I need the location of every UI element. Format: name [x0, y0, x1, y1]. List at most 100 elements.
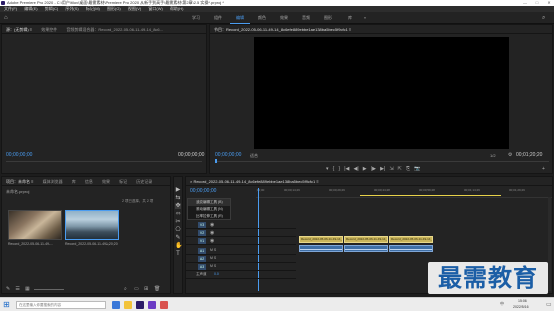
work-area-bar[interactable] — [360, 195, 501, 196]
app-taskbar-icon[interactable] — [148, 301, 156, 309]
mark-out-icon[interactable]: } — [338, 166, 340, 172]
search-bin-icon[interactable]: ⌕ — [124, 286, 127, 292]
workspace-more[interactable]: » — [360, 12, 370, 24]
mute-solo-buttons[interactable]: M S — [210, 248, 216, 252]
track-label[interactable]: V2 — [198, 230, 206, 236]
audio-clip[interactable] — [344, 245, 388, 252]
taskbar-search[interactable]: 在这里输入你要搜索的内容 — [16, 301, 106, 309]
tab-source[interactable]: 源：(无剪辑) ≡ — [2, 25, 36, 33]
video-clip[interactable]: Record_2022-05-06-11-49-14_8c6efe88 — [344, 236, 388, 243]
playback-resolution[interactable]: 1/2 — [490, 153, 496, 158]
slip-tool-icon[interactable]: ⎔ — [175, 227, 181, 233]
go-to-out-icon[interactable]: ▶| — [380, 166, 385, 172]
add-marker-icon[interactable]: ▾ — [326, 166, 329, 172]
source-timecode[interactable]: 00;00;00;00 — [6, 152, 32, 158]
trash-icon[interactable]: 🗑 — [154, 286, 160, 292]
tab-project[interactable]: 项目：未命名 ≡ — [2, 177, 37, 185]
program-scrubber[interactable] — [215, 161, 549, 162]
pen-tool-icon[interactable]: ✎ — [175, 235, 181, 241]
zoom-slider[interactable] — [34, 289, 64, 290]
tab-libraries[interactable]: 库 — [68, 177, 80, 185]
pencil-icon[interactable]: ✎ — [6, 286, 10, 292]
clock-time[interactable]: 15:06 — [518, 299, 527, 303]
clock-date[interactable]: 2022/5/16 — [513, 305, 529, 309]
button-editor-icon[interactable]: + — [542, 166, 545, 172]
premiere-taskbar-icon[interactable] — [136, 301, 144, 309]
ime-indicator[interactable]: 中 — [500, 301, 504, 307]
type-tool-icon[interactable]: T — [175, 251, 181, 257]
lift-icon[interactable]: ⇲ — [389, 166, 393, 172]
tab-effects[interactable]: 效果 — [98, 177, 114, 185]
clip-thumbnail[interactable] — [8, 210, 62, 240]
eye-icon[interactable]: ◉ — [210, 230, 214, 236]
program-monitor-video[interactable] — [254, 37, 509, 149]
tab-media-browser[interactable]: 媒体浏览器 — [39, 177, 67, 185]
workspace-audio[interactable]: 音频 — [296, 12, 316, 24]
audio-clip[interactable] — [389, 245, 433, 252]
tab-history[interactable]: 历史记录 — [132, 177, 156, 185]
tab-info[interactable]: 信息 — [81, 177, 97, 185]
video-clip[interactable]: Record_2022-05-06-11-49-14_8c6efe88 — [389, 236, 433, 243]
program-timecode[interactable]: 00;00;00;00 — [215, 152, 241, 158]
workspace-assembly[interactable]: 组件 — [208, 12, 228, 24]
workspace-effects[interactable]: 效果 — [274, 12, 294, 24]
workspace-editing[interactable]: 编辑 — [230, 12, 250, 24]
export-frame-icon[interactable]: ⎘ — [406, 166, 410, 172]
tab-effect-controls[interactable]: 效果控件 — [37, 25, 61, 33]
workspace-graphics[interactable]: 图形 — [318, 12, 338, 24]
workspace-libraries[interactable]: 库 — [340, 12, 360, 24]
go-to-in-icon[interactable]: |◀ — [344, 166, 349, 172]
list-view-icon[interactable]: ☰ — [15, 286, 19, 292]
search-icon[interactable]: ⌕ — [542, 15, 548, 21]
track-select-tool-icon[interactable]: ⇆ — [175, 195, 181, 201]
camera-icon[interactable]: 📷 — [414, 166, 420, 172]
eye-icon[interactable]: ◉ — [210, 222, 214, 228]
master-volume[interactable]: 0.0 — [214, 272, 219, 276]
app-taskbar-icon[interactable] — [160, 301, 168, 309]
menu-item-rate-stretch[interactable]: 比率拉伸工具 (R) — [188, 213, 230, 220]
tab-markers[interactable]: 标记 — [115, 177, 131, 185]
timeline-timecode[interactable]: 00;00;00;00 — [190, 188, 216, 194]
source-scrubber[interactable] — [6, 161, 202, 162]
rate-stretch-tool-icon[interactable]: ⬄ — [175, 211, 181, 217]
tab-audio-clip-mixer[interactable]: 音频剪辑混合器：Record_2022-05-06-11-49-14_8c6..… — [62, 25, 167, 33]
audio-clip[interactable] — [299, 245, 343, 252]
home-icon[interactable]: ⌂ — [4, 15, 10, 21]
notifications-icon[interactable]: ▭ — [546, 301, 552, 308]
playhead-marker[interactable] — [215, 159, 217, 163]
eye-icon[interactable]: ◉ — [210, 238, 214, 244]
track-label[interactable]: V1 — [198, 238, 206, 244]
hand-tool-icon[interactable]: ✋ — [175, 243, 182, 249]
icon-view-icon[interactable]: ▦ — [25, 286, 30, 292]
tab-program[interactable]: 节目：Record_2022-05-06-11-49-14_8c6efe889e… — [210, 25, 355, 33]
time-ruler[interactable]: ;00;00 00;00;14;29 00;00;29;29 00;00;44;… — [256, 188, 552, 198]
fit-dropdown[interactable]: 适合 — [250, 153, 258, 159]
track-label[interactable]: A2 — [198, 256, 206, 262]
mute-solo-buttons[interactable]: M S — [210, 264, 216, 268]
extract-icon[interactable]: ⇱ — [398, 166, 402, 172]
clip-thumbnail[interactable] — [65, 210, 119, 240]
edge-browser-icon[interactable] — [112, 301, 120, 309]
video-clip[interactable]: Record_2022-05-06-11-49-14_8c6efe88 — [299, 236, 343, 243]
menu-item-rolling-edit[interactable]: 滚动编辑工具 (N) — [188, 206, 230, 213]
play-icon[interactable]: ▶ — [363, 166, 367, 172]
wrench-icon[interactable]: ⚙ — [508, 152, 512, 158]
new-bin-icon[interactable]: ▭ — [134, 286, 139, 292]
windows-start-icon[interactable]: ⊞ — [3, 300, 10, 309]
step-back-icon[interactable]: ◀| — [354, 166, 359, 172]
track-label[interactable]: A3 — [198, 264, 206, 270]
workspace-learn[interactable]: 学习 — [186, 12, 206, 24]
new-item-icon[interactable]: ⊞ — [144, 286, 148, 292]
razor-tool-icon[interactable]: ✂ — [175, 219, 181, 225]
file-explorer-icon[interactable] — [124, 301, 132, 309]
workspace-color[interactable]: 颜色 — [252, 12, 272, 24]
track-label[interactable]: A1 — [198, 248, 206, 254]
mute-solo-buttons[interactable]: M S — [210, 256, 216, 260]
menu-item-ripple-edit[interactable]: 波纹编辑工具 (B) — [188, 199, 230, 206]
mark-in-icon[interactable]: { — [333, 166, 335, 172]
step-forward-icon[interactable]: |▶ — [371, 166, 376, 172]
selection-tool-icon[interactable]: ▶ — [175, 187, 181, 193]
ripple-edit-tool-icon[interactable]: ✥ — [175, 203, 181, 209]
tab-sequence[interactable]: × Record_2022-05-06-11-49-14_8c6efe889eb… — [186, 177, 323, 185]
track-label[interactable]: V3 — [198, 222, 206, 228]
